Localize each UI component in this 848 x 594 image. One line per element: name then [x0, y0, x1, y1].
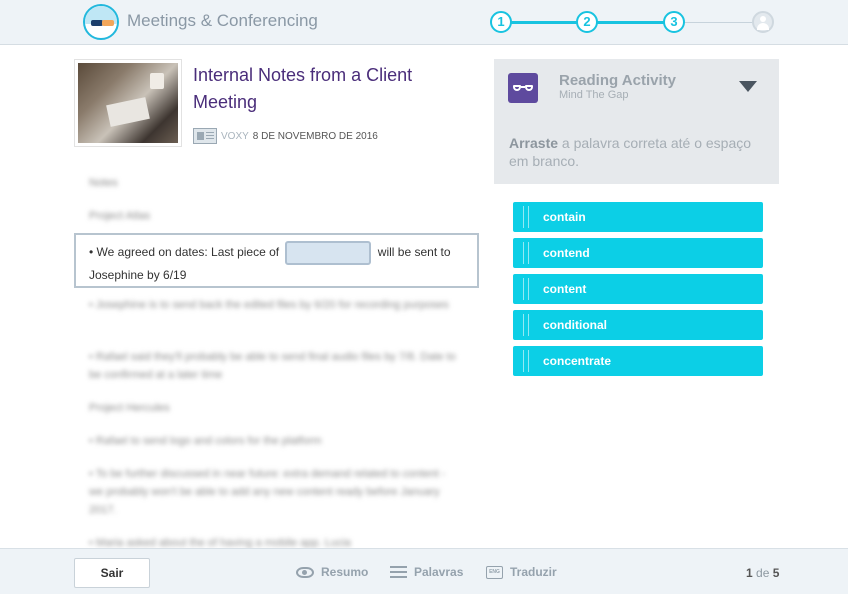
list-icon — [390, 566, 407, 578]
article-title: Internal Notes from a Client Meeting — [193, 65, 413, 112]
word-choice-label: conditional — [543, 318, 607, 332]
blurred-line: Project Atlas — [89, 210, 151, 222]
page-total: 5 — [772, 566, 780, 580]
word-choice-contend[interactable]: contend — [513, 238, 763, 268]
drag-handle-icon[interactable] — [523, 278, 529, 300]
drag-handle-icon[interactable] — [523, 206, 529, 228]
glasses-icon — [508, 73, 538, 103]
activity-instruction: Arraste a palavra correta até o espaço e… — [509, 134, 759, 170]
top-bar: Meetings & Conferencing 1 2 3 — [0, 0, 848, 45]
article-date: 8 DE NOVEMBRO DE 2016 — [252, 130, 378, 142]
word-choice-label: contain — [543, 210, 586, 224]
handshake-logo-icon — [83, 4, 119, 40]
summary-label: Resumo — [321, 565, 369, 579]
instruction-verb: Arraste — [509, 135, 559, 151]
blurred-line: Project Hercules — [89, 402, 170, 414]
article-source: VOXY — [221, 130, 249, 142]
blank-drop-target[interactable] — [285, 241, 372, 265]
translate-icon: ENG — [486, 565, 503, 579]
page-current: 1 — [746, 566, 753, 580]
summary-button[interactable]: Resumo — [296, 563, 368, 581]
word-choice-concentrate[interactable]: concentrate — [513, 346, 763, 376]
translate-label: Traduzir — [510, 565, 557, 579]
word-choice-label: concentrate — [543, 354, 612, 368]
translate-button[interactable]: ENG Traduzir — [486, 563, 557, 581]
active-sentence: • We agreed on dates: Last piece of will… — [89, 241, 469, 286]
word-choice-contain[interactable]: contain — [513, 202, 763, 232]
step-1[interactable]: 1 — [490, 11, 512, 33]
page-separator: de — [756, 566, 770, 580]
eye-icon — [296, 566, 314, 578]
step-2[interactable]: 2 — [576, 11, 598, 33]
bottom-bar: Sair Resumo Palavras ENG Traduzir 1 de 5 — [0, 548, 848, 594]
blurred-line: • Rafael to send logo and colors for the… — [89, 435, 322, 447]
blurred-line: • To be further discussed in near future… — [89, 468, 446, 516]
article-meta: VOXY 8 DE NOVEMBRO DE 2016 — [193, 128, 378, 144]
sentence-before-blank: • We agreed on dates: Last piece of — [89, 245, 280, 260]
word-choice-content[interactable]: content — [513, 274, 763, 304]
words-label: Palavras — [414, 565, 464, 579]
word-choice-label: content — [543, 282, 587, 296]
activity-title: Reading Activity — [559, 72, 676, 89]
blurred-line: • Josephine is to send back the edited f… — [89, 299, 449, 311]
progress-line-remaining — [674, 22, 762, 23]
activity-panel: Reading Activity Mind The Gap Arraste a … — [494, 59, 779, 184]
page-indicator: 1 de 5 — [746, 566, 779, 580]
words-button[interactable]: Palavras — [390, 563, 463, 581]
drag-handle-icon[interactable] — [523, 314, 529, 336]
step-3[interactable]: 3 — [663, 11, 685, 33]
app-title: Meetings & Conferencing — [127, 11, 318, 30]
chevron-down-icon[interactable] — [739, 81, 757, 92]
newspaper-icon — [193, 128, 217, 144]
drag-handle-icon[interactable] — [523, 350, 529, 372]
word-choice-conditional[interactable]: conditional — [513, 310, 763, 340]
progress-tracker: 1 2 3 — [490, 11, 775, 35]
blurred-line: Notes — [89, 177, 118, 189]
article-thumbnail — [74, 59, 182, 147]
drag-handle-icon[interactable] — [523, 242, 529, 264]
profile-icon[interactable] — [752, 11, 774, 33]
activity-subtitle: Mind The Gap — [559, 89, 629, 101]
blurred-line: • Rafael said they'll probably be able t… — [89, 351, 456, 381]
exit-button[interactable]: Sair — [74, 558, 150, 588]
word-choice-label: contend — [543, 246, 590, 260]
